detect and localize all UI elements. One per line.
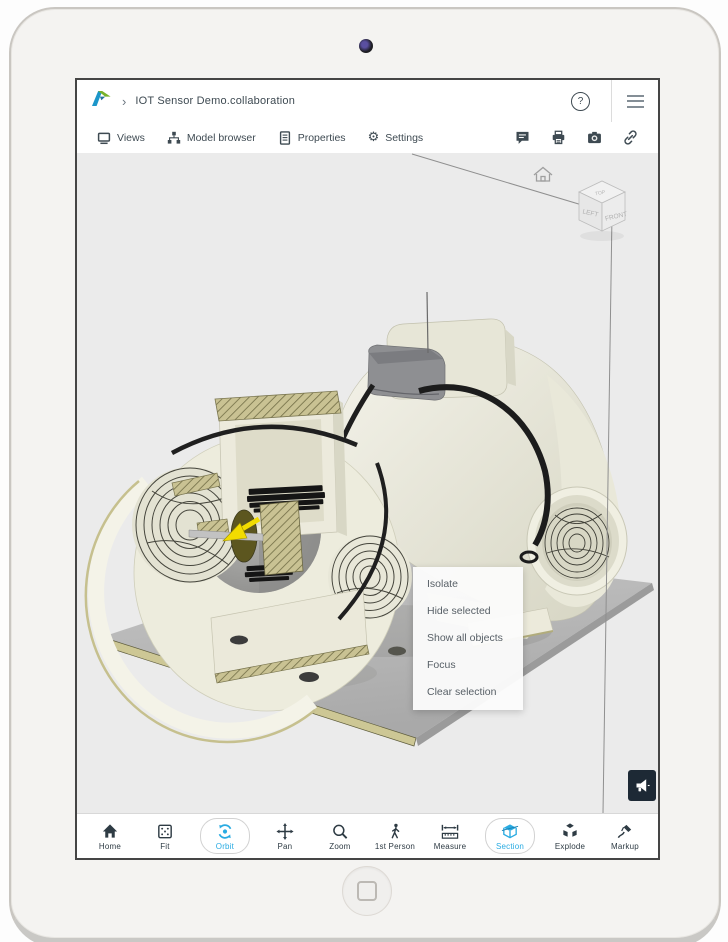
hatched-stator [259, 500, 304, 576]
markup-icon [617, 824, 632, 838]
tool-zoom[interactable]: Zoom [320, 822, 360, 851]
screenshot-stage: › IOT Sensor Demo.collaboration ? Views … [0, 0, 728, 942]
orbit-icon [218, 824, 232, 839]
first-person-icon [391, 823, 400, 838]
settings-button[interactable]: ⚙ Settings [368, 131, 424, 144]
menu-item-show-all-objects[interactable]: Show all objects [413, 625, 523, 652]
measure-icon [441, 824, 459, 839]
tool-section[interactable]: Section [485, 818, 536, 854]
capacitor-box[interactable] [367, 344, 446, 401]
menu-item-focus[interactable]: Focus [413, 652, 523, 679]
device-home-button[interactable] [342, 866, 392, 916]
menu-item-isolate[interactable]: Isolate [413, 571, 523, 598]
tool-pan[interactable]: Pan [265, 822, 305, 851]
pan-icon [276, 822, 294, 840]
fan-3d-model: TOP LEFT FRONT [84, 153, 654, 813]
camera-icon[interactable] [587, 130, 602, 145]
views-label: Views [117, 131, 145, 144]
tool-fit[interactable]: Fit [145, 822, 185, 851]
fit-icon [158, 824, 172, 838]
help-button[interactable]: ? [571, 91, 590, 111]
tool-measure[interactable]: Measure [430, 822, 470, 851]
tool-explode[interactable]: Explode [550, 822, 590, 851]
model-browser-label: Model browser [186, 131, 256, 144]
properties-icon [279, 130, 290, 145]
navigation-toolbar: Home Fit Orbit Pan Zoom 1st Person Measu… [77, 813, 658, 858]
front-camera [359, 39, 373, 53]
tool-markup[interactable]: Markup [605, 822, 645, 851]
app-screen: › IOT Sensor Demo.collaboration ? Views … [75, 78, 660, 860]
tool-orbit[interactable]: Orbit [199, 818, 250, 854]
help-label: ? [577, 95, 584, 107]
explode-icon [563, 822, 577, 837]
comment-icon[interactable] [515, 130, 530, 145]
context-menu: Isolate Hide selected Show all objects F… [413, 567, 523, 710]
tool-first-person[interactable]: 1st Person [375, 822, 415, 851]
model-browser-button[interactable]: Model browser [167, 131, 256, 145]
viewcube[interactable]: TOP LEFT FRONT [578, 180, 628, 241]
viewer-toolbar: Views Model browser Properties ⚙ Setting… [77, 122, 658, 154]
views-button[interactable]: Views [97, 131, 145, 145]
tool-home[interactable]: Home [90, 822, 130, 851]
menu-item-hide-selected[interactable]: Hide selected [413, 598, 523, 625]
print-icon[interactable] [551, 130, 566, 145]
model-browser-icon [167, 131, 181, 144]
settings-label: Settings [385, 131, 424, 144]
menu-item-clear-selection[interactable]: Clear selection [413, 679, 523, 706]
main-menu-button[interactable] [611, 80, 658, 122]
gear-icon: ⚙ [367, 130, 380, 145]
breadcrumb-chevron: › [122, 93, 127, 109]
tablet-device: › IOT Sensor Demo.collaboration ? Views … [9, 7, 721, 942]
home-icon [102, 823, 118, 838]
properties-label: Properties [297, 131, 346, 144]
section-icon [501, 824, 519, 839]
megaphone-icon [636, 779, 650, 792]
zoom-icon [333, 824, 348, 839]
viewcube-home-icon[interactable] [533, 166, 553, 182]
link-icon[interactable] [623, 130, 638, 145]
views-icon [97, 132, 111, 144]
autodesk-logo-icon [92, 90, 112, 112]
document-title: IOT Sensor Demo.collaboration [135, 95, 296, 107]
app-header: › IOT Sensor Demo.collaboration ? [77, 80, 658, 123]
model-viewer-canvas[interactable]: TOP LEFT FRONT Isolate Hide selected Sho… [77, 153, 658, 813]
feedback-button[interactable] [628, 770, 656, 801]
properties-button[interactable]: Properties [278, 130, 346, 145]
